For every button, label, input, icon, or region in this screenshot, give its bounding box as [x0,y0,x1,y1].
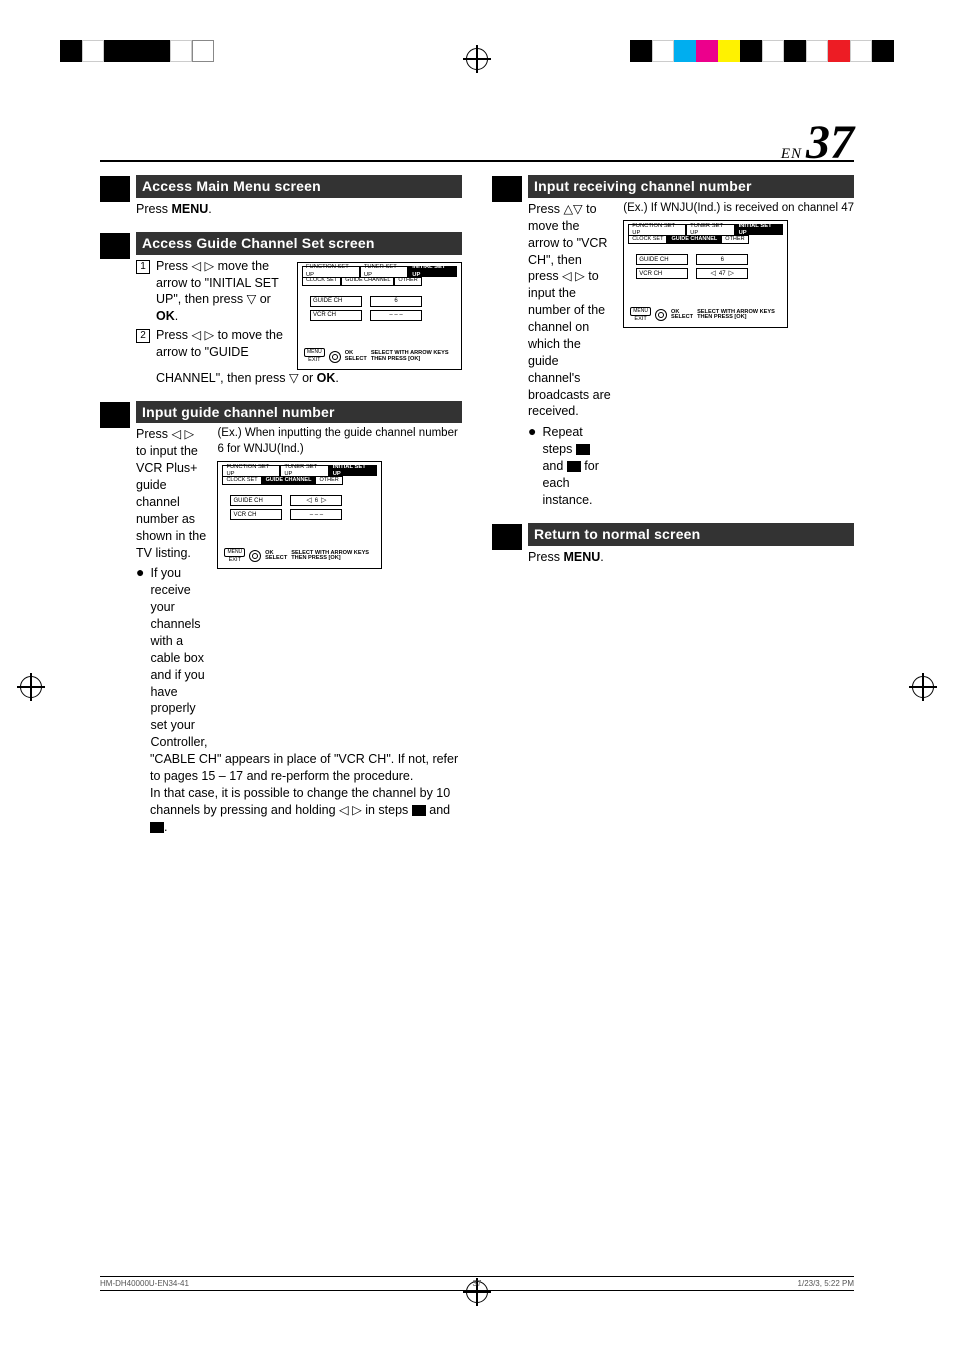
osd-tab: FUNCTION SET UP [222,465,280,476]
osd-tab: TUNER SET UP [360,266,408,277]
osd-ring-icon [655,309,667,321]
osd-subtab: OTHER [394,277,421,286]
step-5-body: Press MENU. [528,549,854,566]
osd-menu-btn: MENU [304,348,325,357]
osd-subtab-active: GUIDE CHANNEL [262,476,316,485]
osd-guide-val: 6 [370,296,422,307]
step-2-marker [100,233,130,259]
substep-number-1: 1 [136,260,150,274]
osd-exit: EXIT [634,316,646,324]
osd-subtab: CLOCK SET [628,235,667,244]
osd-help: SELECT WITH ARROW KEYSTHEN PRESS [OK] [291,551,369,562]
osd-tab-active: INITIAL SET UP [408,266,457,277]
step-4-head: Input receiving channel number [528,175,854,198]
osd-ring-icon [249,550,261,562]
left-column: Access Main Menu screen Press MENU. Acce… [100,175,462,849]
osd-guide-label: GUIDE CH [230,495,282,506]
register-mark-left [20,676,42,698]
osd-tab: FUNCTION SET UP [628,224,686,235]
osd-vcr-label: VCR CH [636,268,688,279]
footer-center: 37 [473,1279,482,1288]
osd-guide-label: GUIDE CH [636,254,688,265]
osd-subtab: OTHER [315,476,342,485]
footer-right: 1/23/3, 5:22 PM [798,1279,854,1288]
right-column: Input receiving channel number Press △▽ … [492,175,854,849]
osd-tab: TUNER SET UP [686,224,734,235]
register-mark-top [466,48,488,70]
step-4-bullet: ● Repeat steps and for each instance. [528,424,613,508]
osd-guide-val: ◁6▷ [290,495,342,506]
step-3-bullet: ● If you receive your channels with a ca… [136,565,207,751]
step-1-marker [100,176,130,202]
step-4: Input receiving channel number Press △▽ … [492,175,854,509]
step-1-head: Access Main Menu screen [136,175,462,198]
osd-subtab: OTHER [721,235,748,244]
substep-number-2: 2 [136,329,150,343]
step-5: Return to normal screen Press MENU. [492,523,854,566]
step-3-bullet-cont: "CABLE CH" appears in place of "VCR CH".… [136,751,462,785]
osd-subtab: GUIDE CHANNEL [341,277,394,286]
osd-tab-active: INITIAL SET UP [329,465,378,476]
step-3-body1: Press ◁ ▷ to input the VCR Plus+ guide c… [136,426,207,561]
osd-vcr-val: – – – [290,509,342,520]
step-4-body: Press △▽ to move the arrow to "VCR CH", … [528,201,613,420]
step-2-sub2: 2 Press ◁ ▷ to move the arrow to "GUIDE [136,327,287,361]
step-5-head: Return to normal screen [528,523,854,546]
osd-step3: FUNCTION SET UP TUNER SET UP INITIAL SET… [217,461,382,569]
step-5-marker [492,524,522,550]
step-4-marker [492,176,522,202]
step-3-head: Input guide channel number [136,401,462,424]
osd-help: SELECT WITH ARROW KEYSTHEN PRESS [OK] [371,351,449,362]
top-rule [100,160,854,162]
osd-vcr-label: VCR CH [310,310,362,321]
step-4-example: (Ex.) If WNJU(Ind.) is received on chann… [623,201,854,217]
osd-menu-btn: MENU [224,548,245,557]
osd-vcr-label: VCR CH [230,509,282,520]
osd-exit: EXIT [308,357,320,365]
osd-tab: TUNER SET UP [280,465,328,476]
osd-ring-icon [329,351,341,363]
step-2-head: Access Guide Channel Set screen [136,232,462,255]
step-1: Access Main Menu screen Press MENU. [100,175,462,218]
osd-menu-btn: MENU [630,307,651,316]
osd-subtab: CLOCK SET [222,476,261,485]
osd-tab-active: INITIAL SET UP [735,224,784,235]
osd-step4: FUNCTION SET UP TUNER SET UP INITIAL SET… [623,220,788,328]
osd-guide-val: 6 [696,254,748,265]
osd-step2: FUNCTION SET UP TUNER SET UP INITIAL SET… [297,262,462,370]
osd-exit: EXIT [229,557,241,565]
osd-vcr-val: – – – [370,310,422,321]
step-2: Access Guide Channel Set screen 1 Press … [100,232,462,387]
footer: HM-DH40000U-EN34-41 37 1/23/3, 5:22 PM [100,1276,854,1291]
osd-subtab-active: GUIDE CHANNEL [667,235,721,244]
content: Access Main Menu screen Press MENU. Acce… [100,175,854,849]
step-3-body2: In that case, it is possible to change t… [136,785,462,836]
osd-ok-select: OKSELECT [671,310,693,321]
osd-ok-select: OKSELECT [265,551,287,562]
step-2-sub2-cont: CHANNEL", then press ▽ or OK. [136,370,462,387]
step-1-body: Press MENU. [136,201,462,218]
footer-left: HM-DH40000U-EN34-41 [100,1279,189,1288]
step-3-marker [100,402,130,428]
step-3-example: (Ex.) When inputting the guide channel n… [217,426,462,457]
osd-tab: FUNCTION SET UP [302,266,360,277]
osd-vcr-val: ◁47▷ [696,268,748,279]
osd-subtab: CLOCK SET [302,277,341,286]
osd-help: SELECT WITH ARROW KEYSTHEN PRESS [OK] [697,310,775,321]
osd-ok-select: OKSELECT [345,351,367,362]
osd-guide-label: GUIDE CH [310,296,362,307]
step-2-sub1: 1 Press ◁ ▷ move the arrow to "INITIAL S… [136,258,287,326]
register-mark-right [912,676,934,698]
step-3: Input guide channel number Press ◁ ▷ to … [100,401,462,836]
